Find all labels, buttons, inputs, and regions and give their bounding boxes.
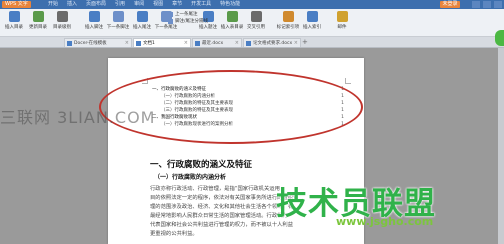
ribbon-button-label: 插入目录 bbox=[5, 25, 23, 30]
ribbon-button-icon bbox=[56, 11, 68, 22]
tab-thesis-format[interactable]: 论文格式要求.docx × bbox=[243, 38, 301, 47]
close-tab-icon[interactable]: × bbox=[294, 39, 298, 48]
menu-item-view[interactable]: 视图 bbox=[153, 1, 163, 8]
small-button-icon bbox=[168, 19, 173, 24]
ribbon-button-label: 插入索引 bbox=[303, 25, 321, 30]
vertical-scrollbar[interactable] bbox=[498, 48, 504, 244]
ribbon-button-label: 更新目录 bbox=[29, 25, 47, 30]
ribbon-toolbar: 插入目录 更新目录 目录级别 插入脚注 下一条脚注 插入尾注 下一条尾注 插入题注 插入表目录交… bbox=[0, 9, 504, 37]
tab-docer[interactable]: Docer-在线模板 × bbox=[64, 38, 132, 47]
ribbon-button-icon bbox=[136, 11, 148, 22]
tab-label: Docer-在线模板 bbox=[74, 41, 107, 46]
small-button-label: 上一条尾注 bbox=[175, 12, 198, 17]
menu-item-devtools[interactable]: 开发工具 bbox=[191, 1, 211, 8]
tab-document1[interactable]: 文档1 × bbox=[133, 38, 191, 47]
watermark-url: www.jsgho.com bbox=[336, 215, 434, 228]
ribbon-button-3[interactable]: 插入脚注 bbox=[82, 11, 106, 30]
minimize-icon[interactable] bbox=[472, 1, 480, 8]
ribbon-button-icon bbox=[32, 11, 44, 22]
ribbon-button-8[interactable]: 插入表目录 bbox=[220, 11, 244, 30]
window-controls bbox=[472, 1, 502, 8]
ribbon-button-2[interactable]: 目录级别 bbox=[50, 11, 74, 30]
ribbon-button-4[interactable]: 下一条脚注 bbox=[106, 11, 130, 30]
login-button[interactable]: 未登录 bbox=[440, 1, 460, 8]
menu-item-insert[interactable]: 插入 bbox=[67, 1, 77, 8]
paragraph-line: 更重视的公共利益。 bbox=[150, 231, 198, 237]
ribbon-button-label: 邮件 bbox=[337, 25, 347, 30]
menu-item-layout[interactable]: 页面布局 bbox=[86, 1, 106, 8]
ribbon-button-icon bbox=[306, 11, 318, 22]
tab-label: 最近.docx bbox=[202, 41, 224, 46]
small-button-icon bbox=[168, 12, 173, 17]
close-tab-icon[interactable]: × bbox=[125, 39, 129, 48]
menu-item-reference[interactable]: 引用 bbox=[115, 1, 125, 8]
close-tab-icon[interactable]: × bbox=[184, 39, 188, 48]
menu-item-review[interactable]: 审阅 bbox=[134, 1, 144, 8]
ribbon-button-label: 插入表目录 bbox=[220, 25, 244, 30]
ribbon-button-label: 标记索引项 bbox=[276, 25, 300, 30]
document-icon bbox=[136, 41, 141, 46]
close-icon[interactable] bbox=[494, 1, 502, 8]
ribbon-button-5[interactable]: 插入尾注 bbox=[130, 11, 154, 30]
ribbon-button-icon bbox=[250, 11, 262, 22]
ribbon-button-icon bbox=[88, 11, 100, 22]
ribbon-button-10[interactable]: 标记索引项 bbox=[276, 11, 300, 30]
document-tab-bar: Docer-在线模板 × 文档1 × 最近.docx × 论文格式要求.docx… bbox=[0, 37, 504, 48]
menu-item-section[interactable]: 章节 bbox=[172, 1, 182, 8]
page-corner-mark bbox=[345, 78, 351, 84]
ribbon-button-0[interactable]: 插入目录 bbox=[2, 11, 26, 30]
ribbon-button-icon bbox=[226, 11, 238, 22]
menu-item-features[interactable]: 特色功能 bbox=[220, 1, 240, 8]
document-icon bbox=[195, 41, 200, 46]
tab-recent[interactable]: 最近.docx × bbox=[192, 38, 242, 47]
ribbon-button-12[interactable]: 邮件 bbox=[330, 11, 354, 30]
ribbon-button-label: 下一条尾注 bbox=[154, 25, 178, 30]
section-heading: 一、行政腐败的涵义及特征 bbox=[150, 160, 253, 170]
ribbon-button-icon bbox=[112, 11, 124, 22]
docer-icon bbox=[67, 41, 72, 46]
ribbon-button-icon bbox=[8, 11, 20, 22]
side-widget-icon[interactable] bbox=[495, 30, 504, 46]
small-button-label: 脚注/尾注分隔线 bbox=[175, 19, 209, 24]
new-tab-button[interactable]: + bbox=[302, 38, 308, 47]
maximize-icon[interactable] bbox=[483, 1, 491, 8]
ribbon-button-label: 下一条脚注 bbox=[106, 25, 130, 30]
ribbon-button-label: 插入题注 bbox=[199, 25, 217, 30]
ribbon-button-icon bbox=[336, 11, 348, 22]
ribbon-small-buttons: 上一条尾注脚注/尾注分隔线 bbox=[168, 11, 208, 25]
ribbon-small-button-1[interactable]: 脚注/尾注分隔线 bbox=[168, 18, 208, 25]
ribbon-button-label: 插入脚注 bbox=[85, 25, 103, 30]
ribbon-button-label: 插入尾注 bbox=[133, 25, 151, 30]
ribbon-button-1[interactable]: 更新目录 bbox=[26, 11, 50, 30]
close-tab-icon[interactable]: × bbox=[235, 39, 239, 48]
ribbon-button-9[interactable]: 交叉引用 bbox=[244, 11, 268, 30]
subsection-heading: （一）行政腐败的内涵分析 bbox=[154, 174, 227, 181]
ribbon-button-11[interactable]: 插入索引 bbox=[300, 11, 324, 30]
ribbon-button-icon bbox=[282, 11, 294, 22]
ribbon-small-button-0[interactable]: 上一条尾注 bbox=[168, 11, 208, 18]
tab-label: 文档1 bbox=[143, 41, 155, 46]
title-bar: WPS 文字 开始 插入 页面布局 引用 审阅 视图 章节 开发工具 特色功能 … bbox=[0, 0, 504, 9]
tab-label: 论文格式要求.docx bbox=[253, 41, 293, 46]
watermark-sanlian: 三联网 3LIAN.COM bbox=[0, 108, 156, 127]
app-menu-button[interactable]: WPS 文字 bbox=[2, 1, 31, 8]
menu-item-start[interactable]: 开始 bbox=[48, 1, 58, 8]
ribbon-button-label: 目录级别 bbox=[53, 25, 71, 30]
menu-bar: 开始 插入 页面布局 引用 审阅 视图 章节 开发工具 特色功能 bbox=[48, 1, 240, 8]
ribbon-button-label: 交叉引用 bbox=[247, 25, 265, 30]
document-icon bbox=[246, 41, 251, 46]
